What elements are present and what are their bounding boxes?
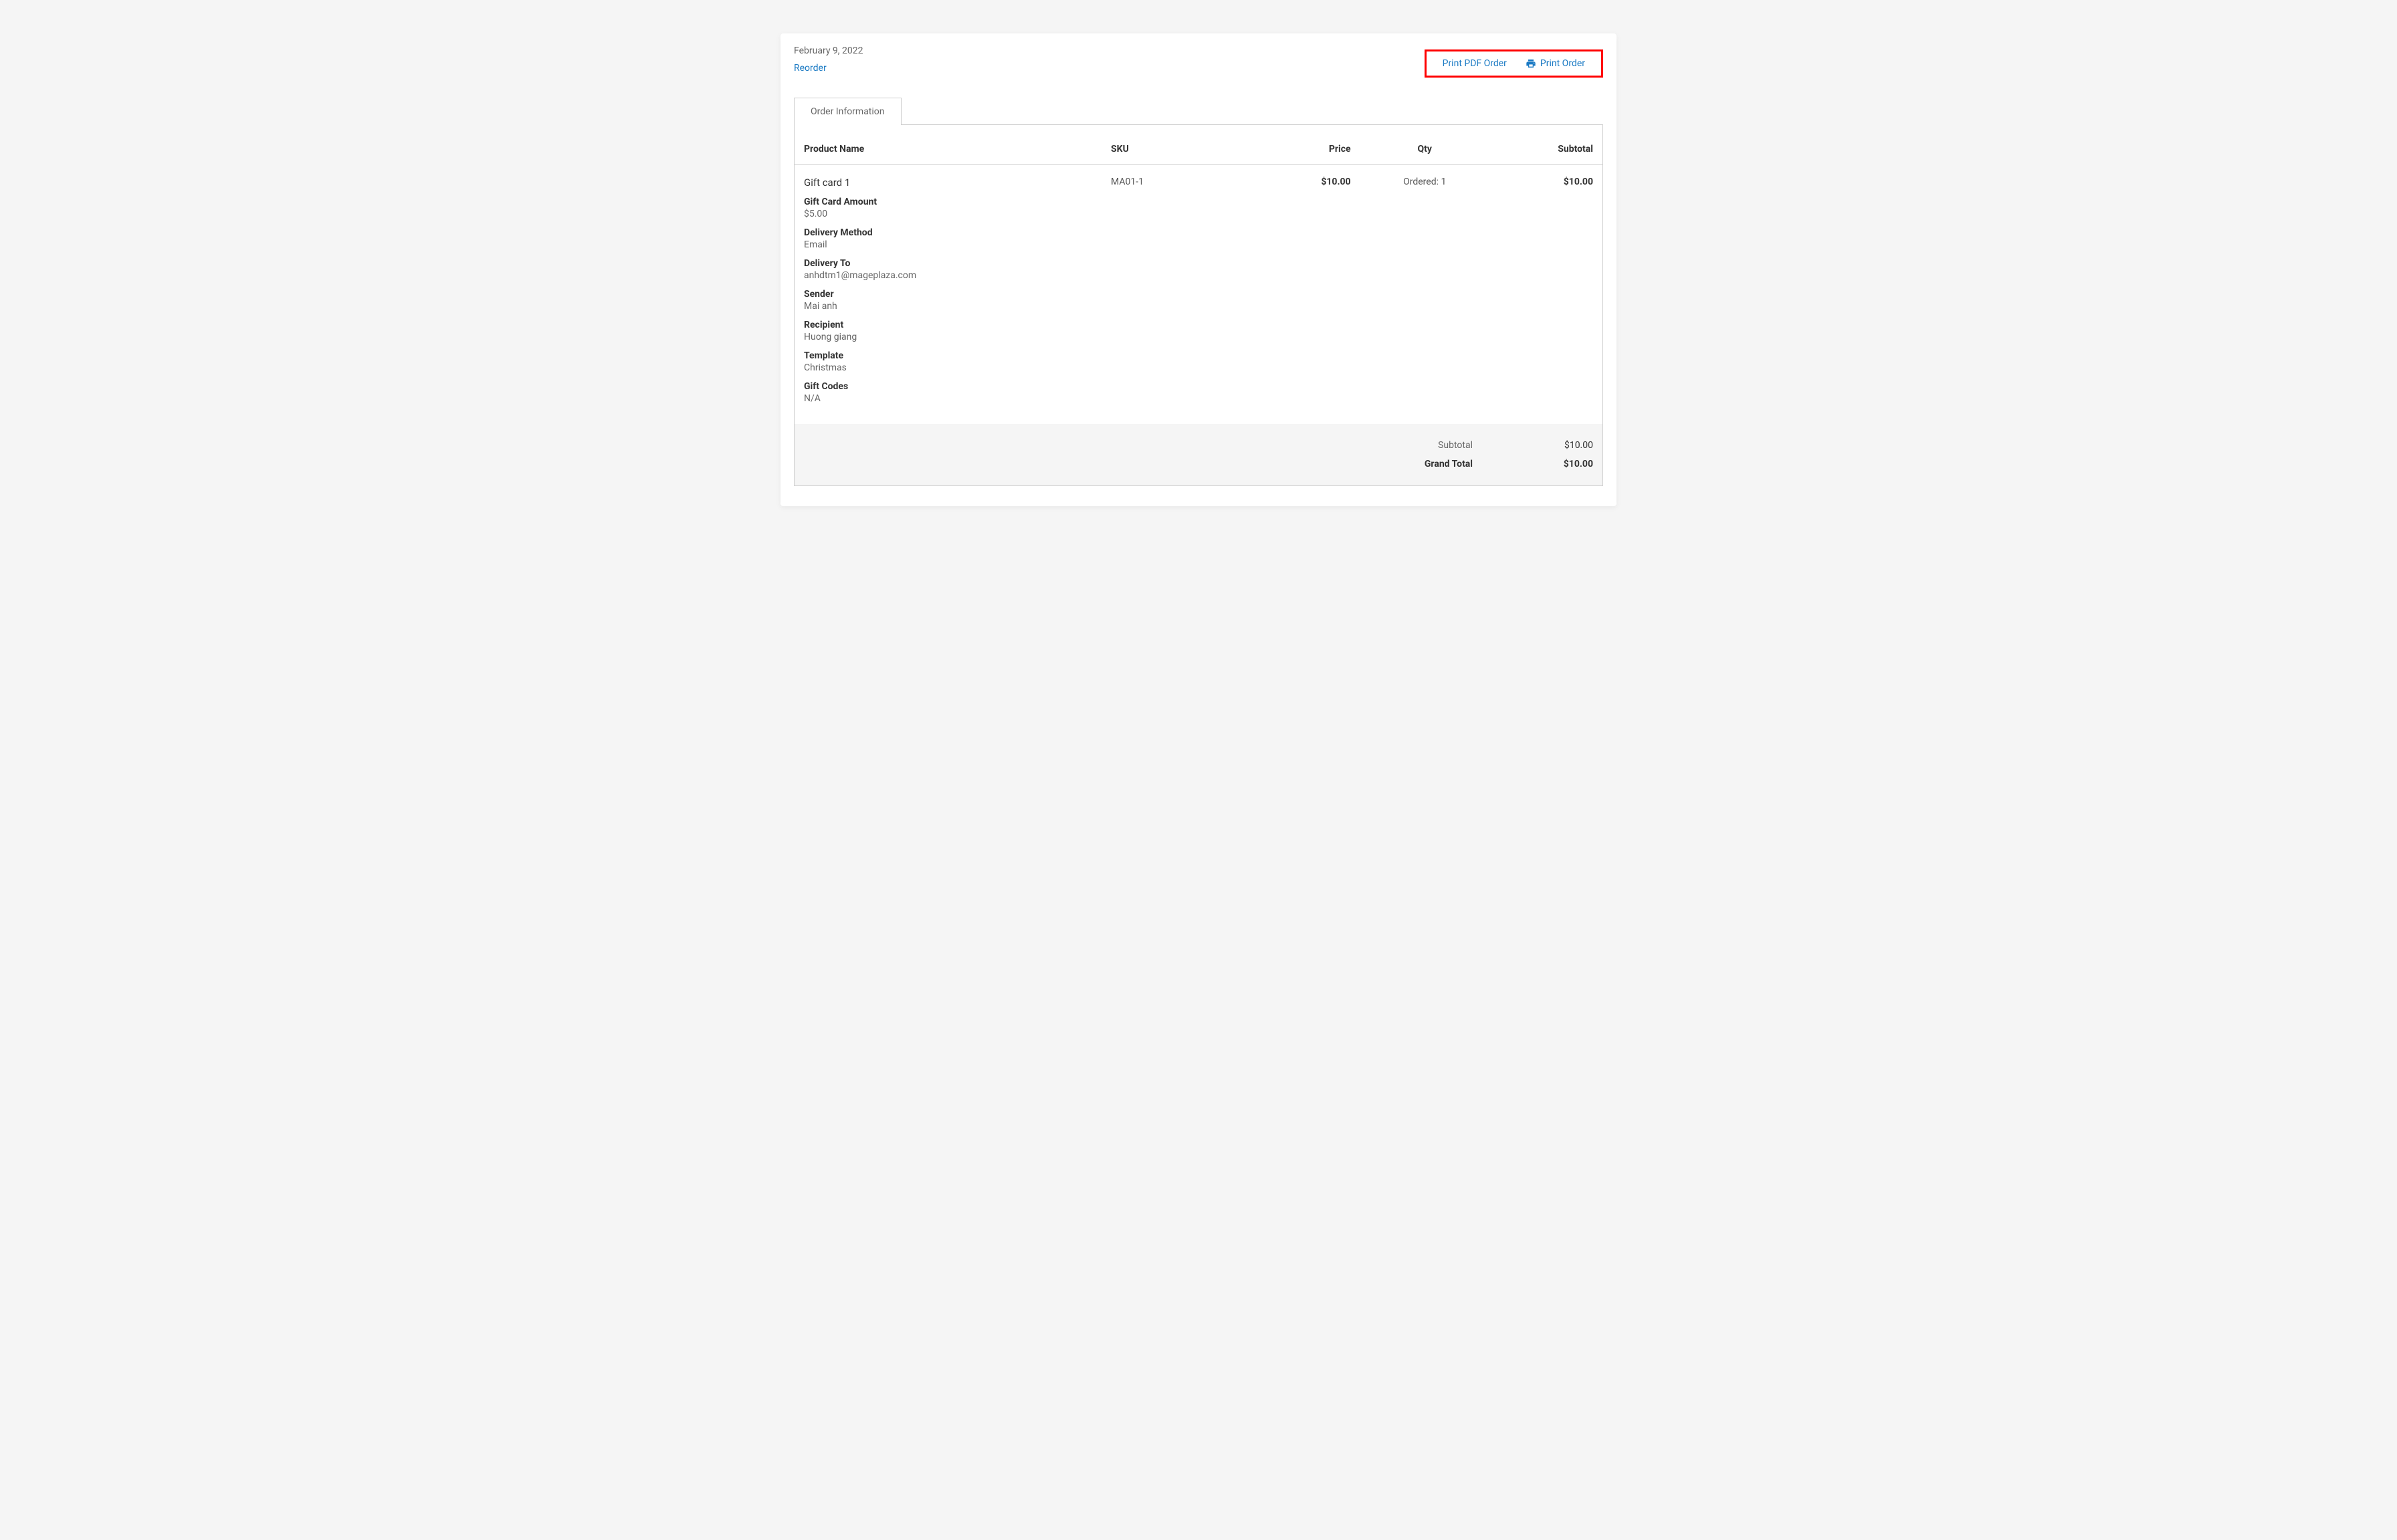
tab-order-information[interactable]: Order Information [794,98,902,125]
order-date: February 9, 2022 [794,45,863,56]
grand-total-row: Grand Total $10.00 [804,455,1593,473]
detail-delivery-method: Delivery Method Email [804,227,1092,250]
detail-gift-codes: Gift Codes N/A [804,381,1092,404]
detail-sender: Sender Mai anh [804,289,1092,312]
recipient-value: Huong giang [804,332,1092,342]
col-sku: SKU [1102,144,1247,164]
subtotal-row: Subtotal $10.00 [804,436,1593,455]
delivery-to-value: anhdtm1@mageplaza.com [804,270,1092,281]
order-totals: Subtotal $10.00 Grand Total $10.00 [795,424,1602,485]
order-items-table: Product Name SKU Price Qty Subtotal Gift… [795,144,1602,424]
gift-card-amount-label: Gift Card Amount [804,197,1092,207]
recipient-label: Recipient [804,320,1092,330]
delivery-method-value: Email [804,239,1092,250]
col-subtotal: Subtotal [1489,144,1602,164]
subtotal-value: $10.00 [1540,440,1593,451]
print-actions-highlight: Print PDF Order Print Order [1425,49,1603,78]
cell-product: Gift card 1 Gift Card Amount $5.00 Deliv… [795,164,1102,425]
print-pdf-label: Print PDF Order [1443,58,1507,69]
gift-codes-value: N/A [804,393,1092,404]
col-product-name: Product Name [795,144,1102,164]
grand-total-label: Grand Total [1392,459,1473,469]
grand-total-value: $10.00 [1540,459,1593,469]
order-content: Product Name SKU Price Qty Subtotal Gift… [794,124,1603,486]
detail-recipient: Recipient Huong giang [804,320,1092,342]
sender-value: Mai anh [804,301,1092,312]
table-header-row: Product Name SKU Price Qty Subtotal [795,144,1602,164]
template-value: Christmas [804,362,1092,373]
cell-sku: MA01-1 [1102,164,1247,425]
col-price: Price [1247,144,1360,164]
template-label: Template [804,350,1092,361]
detail-gift-card-amount: Gift Card Amount $5.00 [804,197,1092,219]
gift-card-amount-value: $5.00 [804,209,1092,219]
printer-icon [1526,58,1536,69]
cell-price: $10.00 [1247,164,1360,425]
delivery-method-label: Delivery Method [804,227,1092,238]
print-order-label: Print Order [1540,58,1585,69]
cell-subtotal: $10.00 [1489,164,1602,425]
col-qty: Qty [1360,144,1489,164]
tabs: Order Information Product Name SKU Price… [794,98,1603,486]
subtotal-label: Subtotal [1392,440,1473,451]
product-name: Gift card 1 [804,177,1092,189]
detail-delivery-to: Delivery To anhdtm1@mageplaza.com [804,258,1092,281]
detail-template: Template Christmas [804,350,1092,373]
print-order-link[interactable]: Print Order [1526,58,1585,69]
cell-qty: Ordered: 1 [1360,164,1489,425]
header-left: February 9, 2022 Reorder [794,45,863,74]
order-header: February 9, 2022 Reorder Print PDF Order… [794,45,1603,78]
order-card: February 9, 2022 Reorder Print PDF Order… [780,33,1617,506]
table-row: Gift card 1 Gift Card Amount $5.00 Deliv… [795,164,1602,425]
gift-codes-label: Gift Codes [804,381,1092,392]
print-pdf-order-link[interactable]: Print PDF Order [1443,58,1507,69]
sender-label: Sender [804,289,1092,300]
reorder-link[interactable]: Reorder [794,63,863,74]
delivery-to-label: Delivery To [804,258,1092,269]
